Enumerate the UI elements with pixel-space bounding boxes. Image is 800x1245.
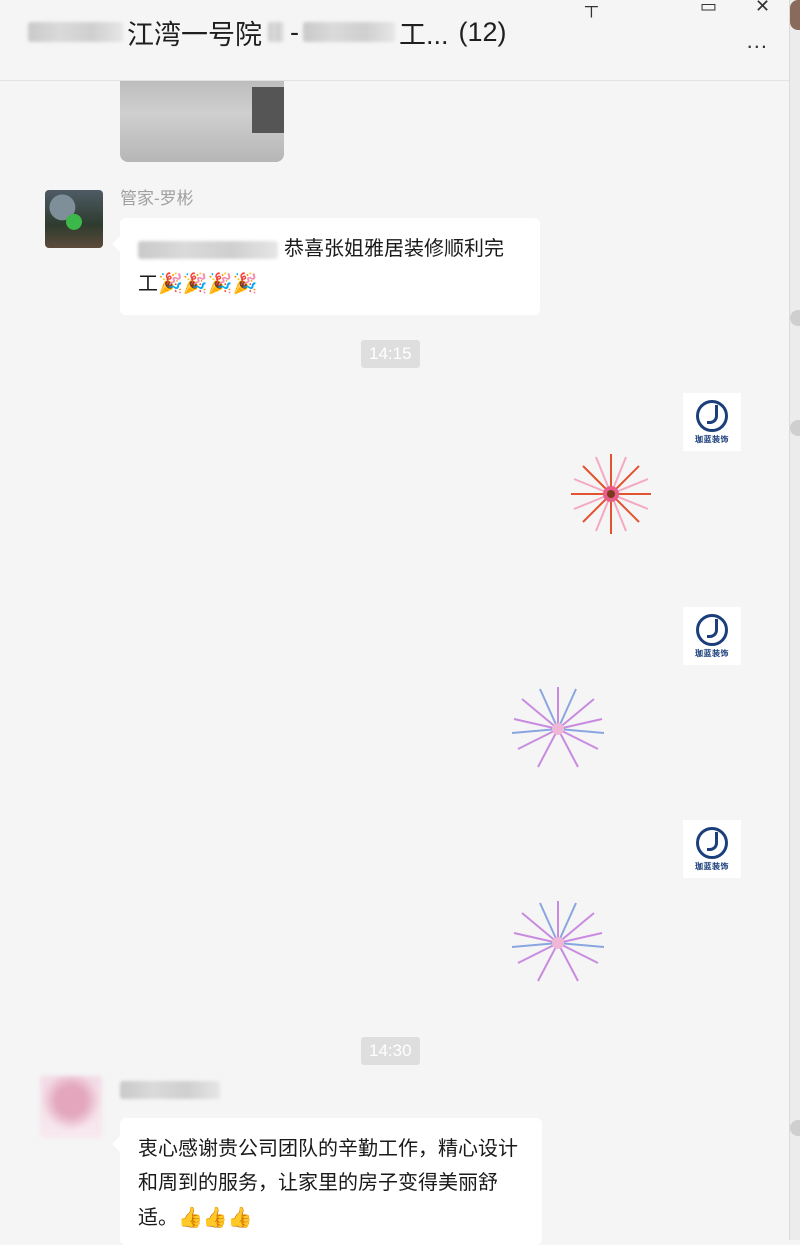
edge-marker	[790, 1120, 800, 1136]
edge-marker	[790, 310, 800, 326]
blurred-title-part	[303, 22, 395, 42]
party-popper-emoji: 🎉🎉🎉🎉	[158, 271, 258, 295]
avatar[interactable]	[45, 190, 103, 248]
window-edge	[789, 0, 800, 1240]
company-logo-avatar[interactable]: 珈蓝装饰	[683, 820, 741, 878]
timestamp: 14:30	[361, 1037, 420, 1065]
message-bubble[interactable]: 衷心感谢贵公司团队的辛勤工作，精心设计和周到的服务，让家里的房子变得美丽舒适。👍…	[112, 1118, 542, 1245]
title-tail: 工...	[399, 19, 449, 50]
member-count: (12)	[458, 16, 507, 47]
company-logo-avatar[interactable]: 珈蓝装饰	[683, 393, 741, 451]
logo-lettering: 珈蓝装饰	[695, 861, 729, 871]
edge-marker	[790, 420, 800, 436]
more-icon[interactable]: ...	[747, 30, 768, 52]
photo-detail	[252, 87, 284, 133]
photo-message[interactable]	[120, 81, 284, 162]
title-separator: -	[290, 16, 299, 47]
edge-avatar	[790, 0, 800, 30]
firework-sticker[interactable]	[502, 679, 614, 779]
blurred-sender-name	[120, 1081, 220, 1099]
avatar[interactable]	[40, 1076, 102, 1138]
maximize-icon[interactable]: ▭	[700, 0, 717, 17]
firework-sticker[interactable]	[563, 446, 659, 542]
logo-mark-icon	[696, 613, 728, 646]
thumbs-up-emoji: 👍👍👍	[178, 1205, 253, 1229]
firework-sticker[interactable]	[502, 893, 614, 993]
timestamp: 14:15	[361, 340, 420, 368]
logo-lettering: 珈蓝装饰	[695, 648, 729, 658]
chat-message-list[interactable]: 管家-罗彬 恭喜张姐雅居装修顺利完工🎉🎉🎉🎉 14:15 珈蓝装饰 珈蓝装饰 珈…	[0, 81, 790, 1245]
blurred-title-part	[268, 22, 284, 42]
sender-name: 管家-罗彬	[120, 189, 194, 208]
logo-mark-icon	[696, 399, 728, 432]
pin-icon[interactable]: ┬	[585, 0, 598, 17]
logo-lettering: 珈蓝装饰	[695, 434, 729, 444]
blurred-mention	[138, 240, 278, 259]
close-icon[interactable]: ✕	[755, 0, 770, 17]
message-bubble[interactable]: 恭喜张姐雅居装修顺利完工🎉🎉🎉🎉	[112, 218, 540, 315]
title-main: 江湾一号院	[127, 19, 262, 50]
company-logo-avatar[interactable]: 珈蓝装饰	[683, 607, 741, 665]
blurred-title-part	[28, 22, 123, 42]
chat-title: 江湾一号院 - 工... (12)	[28, 14, 507, 50]
logo-mark-icon	[696, 826, 728, 859]
chat-title-bar: 江湾一号院 - 工... (12) ┬ ▭ ✕ ...	[0, 0, 790, 81]
